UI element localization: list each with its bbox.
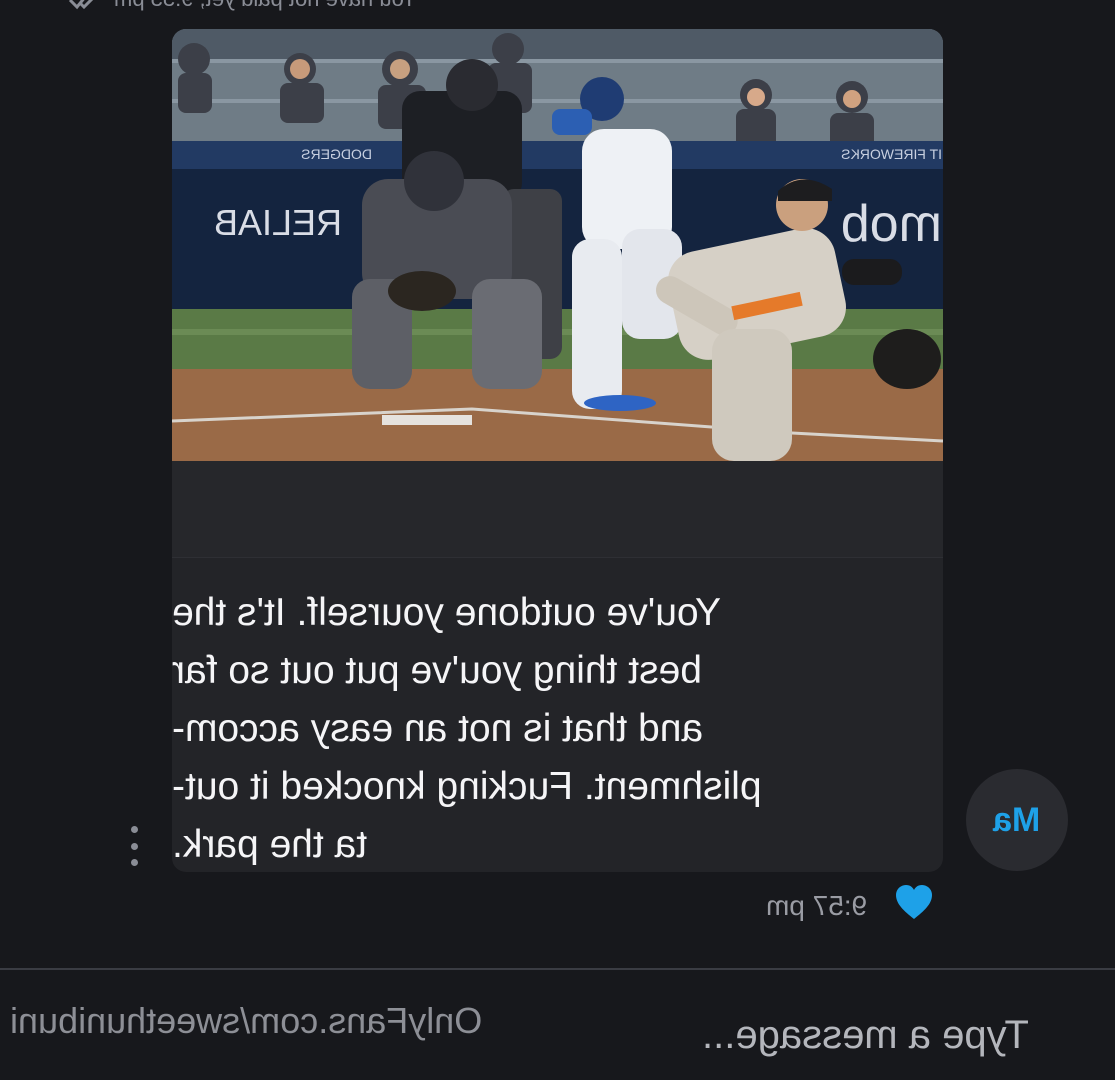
status-text: You have not paid yet, 9:55 pm — [114, 0, 417, 12]
message-composer: OnlyFans.com/sweethunibuni — [0, 968, 1115, 1080]
sender-avatar[interactable]: Ma — [966, 769, 1068, 871]
banner-left-text: DODGERS — [301, 146, 372, 162]
banner-mob-text: mob — [841, 195, 942, 253]
banner-reliab-text: RELIAB — [214, 202, 342, 243]
message-input[interactable] — [700, 1004, 1084, 1066]
message-text: You've outdone yourself. It's the best t… — [172, 591, 762, 866]
message-time: 9:57 pm — [766, 890, 868, 921]
chat-screen: You have not paid yet, 9:55 pm — [0, 0, 1115, 1080]
banner-right-text: IT FIREWORKS — [841, 146, 942, 162]
kebab-icon[interactable] — [122, 826, 146, 866]
media-caption-strip — [172, 461, 943, 558]
message-meta: 9:57 pm — [760, 884, 940, 924]
avatar-initials: Ma — [993, 800, 1041, 839]
kebab-dot — [130, 842, 138, 850]
kebab-dot — [130, 826, 138, 833]
message-card: DODGERS IT FIREWORKS RELIAB mob You've o… — [172, 29, 943, 872]
message-media-image[interactable]: DODGERS IT FIREWORKS RELIAB mob — [172, 29, 943, 461]
watermark-text: OnlyFans.com/sweethunibuni — [10, 1000, 483, 1041]
top-status: You have not paid yet, 9:55 pm — [68, 0, 417, 12]
kebab-dot — [130, 859, 138, 866]
heart-icon[interactable] — [894, 884, 934, 922]
double-check-icon — [68, 0, 94, 10]
baseball-photo: DODGERS IT FIREWORKS RELIAB mob — [172, 29, 943, 461]
